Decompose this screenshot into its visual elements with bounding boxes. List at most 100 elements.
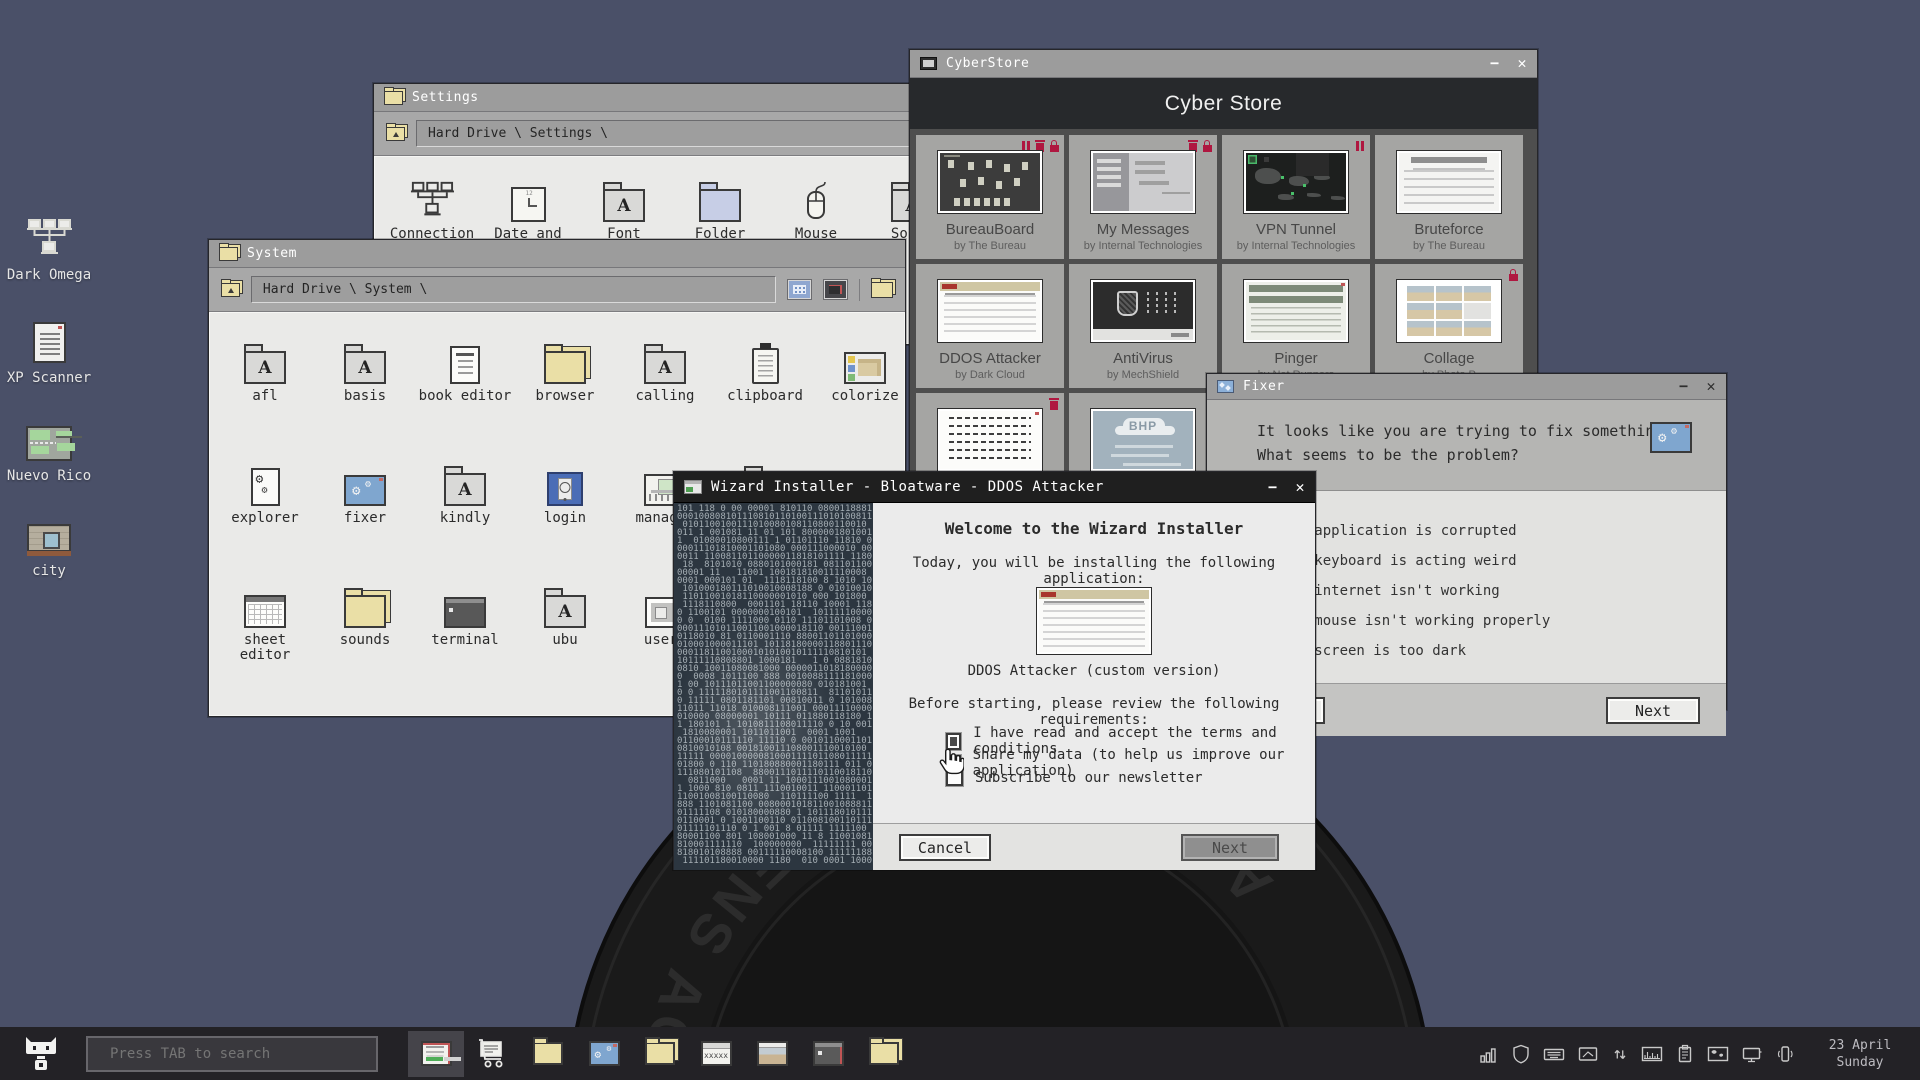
desktop: { "desktop": { "icons": [ { "label": "Da… [0,0,1920,1080]
taskbar-app-password[interactable]: xxxxx [688,1031,744,1077]
cancel-button[interactable]: Cancel [899,834,991,861]
app-thumbnail [937,279,1043,343]
app-name: DDOS Attacker [916,350,1064,367]
close-button[interactable]: ✕ [1517,56,1527,71]
app-name: Pinger [1222,350,1370,367]
store-tile-collage[interactable]: Collage by Photo P [1375,264,1523,388]
scanner-document-icon [33,322,66,363]
file-item-sheet-editor[interactable]: sheet editor [215,580,315,702]
desktop-icon-nuevo-rico[interactable]: Nuevo Rico [0,426,104,484]
desktop-icon-dark-omega[interactable]: Dark Omega [0,218,104,283]
store-tile-vpn-tunnel[interactable]: VPN Tunnel by Internal Technologies [1222,135,1370,259]
taskbar-app-image-viewer[interactable] [744,1031,800,1077]
minimize-button[interactable]: − [1679,379,1689,394]
colorize-window-icon [844,352,886,384]
notebook-icon [450,346,480,384]
close-button[interactable]: ✕ [1706,379,1716,394]
wizard-ascii-art: 101 118 0 00 00001 810110 0800118881 000… [674,503,873,867]
signal-bars-icon[interactable] [1478,1043,1500,1065]
fixer-next-button[interactable]: Next [1606,697,1700,724]
shield-icon[interactable] [1510,1043,1532,1065]
wizard-app-caption: DDOS Attacker (custom version) [873,663,1315,679]
app-thumbnail [1243,150,1349,214]
fixer-titlebar[interactable]: Fixer − ✕ [1207,374,1726,400]
file-item-explorer[interactable]: ⚙⚙explorer [215,458,315,580]
terminal-window-icon [813,1041,844,1066]
keyboard-icon[interactable] [1542,1043,1566,1065]
taskbar-app-folder-stack[interactable] [632,1031,688,1077]
file-item-kindly[interactable]: Akindly [415,458,515,580]
app-thumbnail [937,150,1043,214]
folder-up-icon[interactable] [386,127,405,141]
checkbox-newsletter[interactable]: Subscribe to our newsletter [946,769,1203,786]
app-author: by Dark Cloud [916,369,1064,381]
icon-view-button[interactable] [787,279,812,300]
close-button[interactable]: ✕ [1295,480,1305,495]
file-item-browser[interactable]: browser [515,336,615,458]
histogram-window-icon[interactable] [1640,1043,1664,1065]
cyberstore-titlebar[interactable]: CyberStore − ✕ [910,50,1537,78]
system-address-text: Hard Drive \ System \ [263,282,427,297]
taskbar-app-terminal[interactable] [800,1031,856,1077]
phone-icon[interactable] [1774,1043,1796,1065]
folder-up-icon[interactable] [221,283,240,297]
store-tile-antivirus[interactable]: AntiVirus by MechShield [1069,264,1217,388]
app-thumbnail [937,408,1043,472]
desktop-icon-xp-scanner[interactable]: XP Scanner [0,322,104,386]
file-item-terminal[interactable]: terminal [415,580,515,702]
date-day: 23 April [1810,1037,1910,1054]
taskbar: ⚙⚙ xxxxx 23 April Sunday [0,1027,1920,1080]
app-name: BureauBoard [916,221,1064,238]
file-item-colorize[interactable]: colorize [815,336,905,458]
taskbar-app-folder-stack-2[interactable] [856,1031,912,1077]
folder-options-icon[interactable] [871,282,893,298]
clipboard-icon[interactable] [1674,1043,1696,1065]
file-item-login[interactable]: login [515,458,615,580]
file-item-book-editor[interactable]: book editor [415,336,515,458]
store-tile-bruteforce[interactable]: Bruteforce by The Bureau [1375,135,1523,259]
minimize-button[interactable]: − [1490,56,1500,71]
minimize-button[interactable]: − [1268,480,1278,495]
desktop-icon-label: Nuevo Rico [7,468,91,484]
store-tile-bureauboard[interactable]: BureauBoard by The Bureau [916,135,1064,259]
taskbar-app-installer[interactable] [408,1031,464,1077]
store-tile-pinger[interactable]: Pinger by Net Runners [1222,264,1370,388]
detail-view-button[interactable] [823,279,848,300]
file-item-clipboard[interactable]: clipboard [715,336,815,458]
desktop-icon-city[interactable]: city [0,524,104,579]
file-item-calling[interactable]: Acalling [615,336,715,458]
computer-icon[interactable] [1740,1043,1764,1065]
updown-arrows-icon[interactable] [1610,1043,1630,1065]
taskbar-date[interactable]: 23 April Sunday [1810,1037,1920,1071]
wizard-window-title: Wizard Installer - Bloatware - DDOS Atta… [711,479,1104,495]
next-button[interactable]: Next [1181,834,1279,861]
world-map-icon[interactable] [1706,1043,1730,1065]
file-item-ubu[interactable]: Aubu [515,580,615,702]
taskbar-app-folder[interactable] [520,1031,576,1077]
wizard-titlebar[interactable]: Wizard Installer - Bloatware - DDOS Atta… [674,472,1315,503]
system-address-field[interactable]: Hard Drive \ System \ [251,276,776,303]
folder-stack-icon [645,1042,675,1065]
folder-stack-icon [384,91,403,105]
file-item-afl[interactable]: Aafl [215,336,315,458]
file-item-sounds[interactable]: sounds [315,580,415,702]
system-titlebar[interactable]: System [209,240,905,268]
app-name: My Messages [1069,221,1217,238]
search-input[interactable] [88,1046,376,1062]
file-item-fixer[interactable]: ⚙⚙fixer [315,458,415,580]
monitor-icon[interactable] [1576,1043,1600,1065]
store-tile-my-messages[interactable]: My Messages by Internal Technologies [1069,135,1217,259]
taskbar-search[interactable] [86,1036,378,1072]
store-tile-ddos-attacker[interactable]: DDOS Attacker by Dark Cloud [916,264,1064,388]
folder-stack-icon [219,247,238,261]
date-weekday: Sunday [1810,1054,1910,1071]
file-item-basis[interactable]: Abasis [315,336,415,458]
system-tray [1478,1043,1810,1065]
taskbar-app-cyberstore[interactable] [464,1031,520,1077]
taskbar-app-fixer[interactable]: ⚙⚙ [576,1031,632,1077]
cat-logo-icon[interactable] [22,1036,60,1072]
lock-badge-icon [1202,140,1212,152]
app-author: by Internal Technologies [1222,240,1370,252]
folder-a-icon: A [603,189,645,222]
app-thumbnail [1396,279,1502,343]
